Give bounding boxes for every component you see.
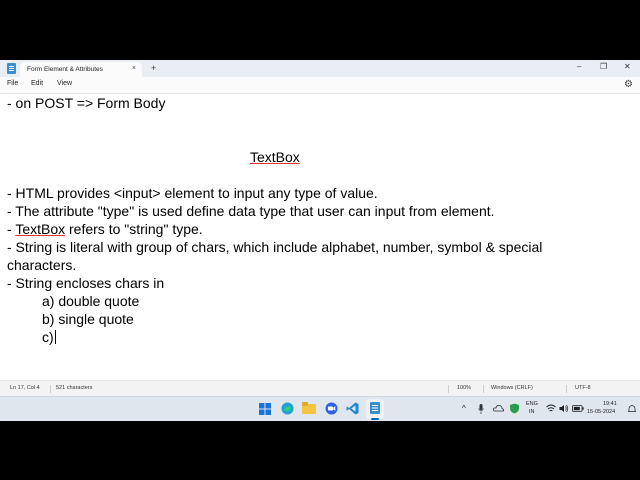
line-suffix: refers to "string" type. [65, 221, 203, 237]
security-shield-icon[interactable] [509, 403, 520, 414]
cloud-sync-icon[interactable] [493, 403, 504, 414]
editor-line: - TextBox refers to "string" type. [7, 220, 203, 238]
tray-overflow-chevron-icon[interactable]: ^ [462, 404, 466, 413]
clock-date[interactable]: 15-05-2024 [587, 409, 615, 415]
new-tab-button[interactable]: + [151, 63, 156, 73]
notepad-window: Form Element & Attributes × + – ❐ ✕ File… [0, 60, 640, 396]
settings-gear-icon[interactable]: ⚙ [623, 79, 634, 90]
battery-icon[interactable] [572, 405, 584, 412]
microphone-icon[interactable] [478, 404, 484, 414]
close-button[interactable]: ✕ [624, 62, 631, 71]
title-bar: Form Element & Attributes × + – ❐ ✕ [0, 60, 640, 77]
zoom-app-icon[interactable] [325, 402, 338, 415]
volume-icon[interactable] [559, 404, 569, 413]
active-app-indicator [371, 418, 379, 420]
taskbar: ^ ENG IN 19:41 15-05-2024 [0, 396, 640, 421]
editor-line: - HTML provides <input> element to input… [7, 185, 378, 201]
maximize-button[interactable]: ❐ [600, 62, 607, 71]
minimize-button[interactable]: – [577, 62, 581, 71]
editor-line: - String encloses chars in [7, 275, 165, 291]
editor-line: - on POST => Form Body [7, 95, 166, 111]
windows-start-icon[interactable] [259, 403, 271, 415]
status-divider [566, 385, 567, 393]
editor-line: - String is literal with group of chars,… [7, 239, 543, 255]
status-divider [483, 385, 484, 393]
character-count: 521 characters [56, 385, 93, 391]
tab-title: Form Element & Attributes [27, 66, 103, 73]
menu-view[interactable]: View [57, 80, 72, 87]
edge-browser-icon[interactable] [281, 402, 294, 415]
text-editor[interactable]: - on POST => Form Body TextBox - HTML pr… [0, 94, 640, 380]
line-ending[interactable]: Windows (CRLF) [491, 385, 533, 391]
menu-edit[interactable]: Edit [31, 80, 43, 87]
text-caret [54, 330, 56, 344]
notification-bell-icon[interactable] [628, 405, 636, 413]
textbox-heading: TextBox [250, 149, 300, 165]
notepad-app-icon [7, 63, 16, 74]
menu-bar: File Edit View ⚙ [0, 77, 640, 94]
language-indicator-bottom[interactable]: IN [529, 409, 535, 415]
clock-time[interactable]: 19:41 [603, 401, 617, 407]
status-divider [50, 385, 51, 393]
tab-close-icon[interactable]: × [132, 65, 136, 72]
textbox-word: TextBox [15, 221, 66, 237]
wifi-icon[interactable] [546, 404, 556, 413]
editor-line: a) double quote [42, 293, 140, 309]
editor-line: c) [42, 328, 56, 346]
current-line-text: c) [42, 329, 54, 345]
menu-file[interactable]: File [7, 80, 18, 87]
vscode-icon[interactable] [346, 402, 359, 415]
notepad-taskbar-icon[interactable] [369, 401, 381, 415]
zoom-level[interactable]: 100% [457, 385, 471, 391]
editor-line: TextBox [250, 148, 300, 166]
tab-form-element[interactable]: Form Element & Attributes × [20, 62, 142, 77]
encoding[interactable]: UTF-8 [575, 385, 591, 391]
file-explorer-icon[interactable] [302, 402, 316, 415]
editor-line: characters. [7, 257, 77, 273]
status-divider [448, 385, 449, 393]
editor-line: - The attribute "type" is used define da… [7, 203, 495, 219]
language-indicator-top[interactable]: ENG [526, 401, 538, 407]
cursor-position: Ln 17, Col 4 [10, 385, 40, 391]
status-bar: Ln 17, Col 4 521 characters 100% Windows… [0, 380, 640, 396]
editor-line: b) single quote [42, 311, 134, 327]
